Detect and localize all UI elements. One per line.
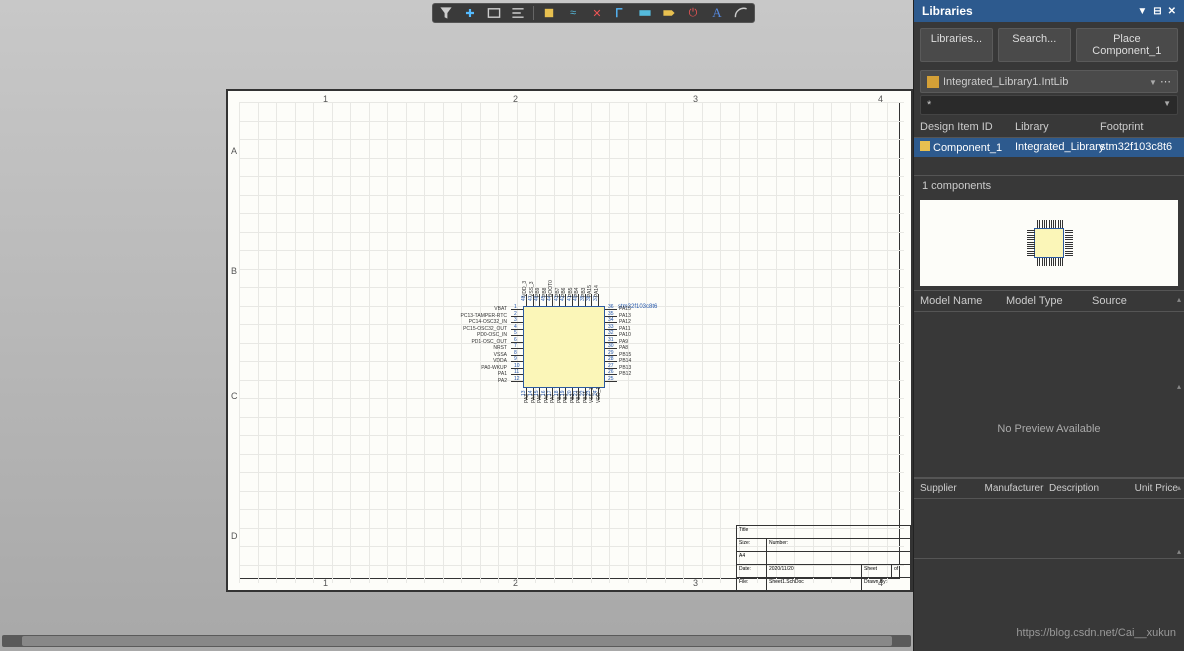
tb-date-lbl: Date: [737,565,767,577]
col-model-source[interactable]: Source [1092,295,1178,307]
tb-num-lbl: Number: [767,539,911,551]
net-icon[interactable]: ≈ [564,5,582,21]
expand-icon[interactable]: ▴ [1177,295,1181,304]
filter-icon[interactable] [437,5,455,21]
close-icon[interactable]: ✕ [1168,6,1176,17]
row-lib: Integrated_Library [1015,141,1100,154]
col-description[interactable]: Description [1049,483,1114,494]
power-icon[interactable]: ⏻ [684,5,702,21]
rect-icon[interactable] [485,5,503,21]
preview-chip [1034,228,1064,258]
tb-size-lbl: Size: [737,539,767,551]
filter-input[interactable]: * ▼ [920,95,1178,115]
tag-icon[interactable] [660,5,678,21]
expand-icon[interactable]: ▴ [1177,547,1181,556]
col-library[interactable]: Library [1015,121,1100,133]
supplier-grid-header: Supplier Manufacturer Description Unit P… [914,478,1184,499]
tb-file-val: Sheet1.SchDoc [767,578,862,591]
component-icon[interactable] [540,5,558,21]
row-label: A [231,146,237,156]
expand-icon[interactable]: ▴ [1177,382,1181,391]
tb-size-val: A4 [737,552,767,564]
row-id: Component_1 [933,142,1002,154]
cross-icon[interactable]: ✕ [588,5,606,21]
supplier-grid-empty: ▴ [914,499,1184,559]
row-fp: stm32f103c8t6 [1100,141,1178,154]
chevron-down-icon[interactable]: ▼ [1163,99,1171,111]
component-row[interactable]: Component_1 Integrated_Library stm32f103… [914,138,1184,157]
schematic-sheet[interactable]: // placeholder, actual grid drawn via ge… [226,89,913,592]
col-label: 1 [323,578,328,588]
col-price[interactable]: Unit Price [1114,483,1179,494]
chevron-down-icon[interactable]: ▼ [1149,78,1157,87]
place-toolbar: ✚ ≈ ✕ ⏻ A [432,3,755,23]
expand-icon[interactable]: ▴ [1177,483,1181,492]
no-preview-text: No Preview Available [997,423,1100,435]
pin-icon[interactable]: ⊟ [1153,6,1161,17]
col-manufacturer[interactable]: Manufacturer [985,483,1050,494]
filter-text: * [927,99,931,111]
search-button[interactable]: Search... [998,28,1071,62]
libraries-header[interactable]: Libraries ▼ ⊟ ✕ [914,0,1184,22]
place-button[interactable]: Place Component_1 [1076,28,1178,62]
footprint-preview: No Preview Available ▴ [914,380,1184,478]
libraries-panel: Libraries ▼ ⊟ ✕ Libraries... Search... P… [913,0,1184,651]
row-label: D [231,531,238,541]
tb-num-val [767,552,911,564]
component-count: 1 components [914,175,1184,196]
col-model-type[interactable]: Model Type [1006,295,1092,307]
tb-drawn: Drawn By: [862,578,911,591]
libraries-button[interactable]: Libraries... [920,28,993,62]
row-label: B [231,266,237,276]
library-icon [927,76,939,88]
component-grid-header: Design Item ID Library Footprint [914,117,1184,138]
ic-component[interactable] [523,306,605,388]
title-block: Title Size: Number: A4 Date: 2020/11/20 … [736,525,911,590]
crosshair-icon[interactable]: ✚ [461,5,479,21]
col-label: 3 [693,578,698,588]
dropdown-icon[interactable]: ▼ [1137,6,1147,17]
model-grid-header: Model Name Model Type Source ▴ [914,290,1184,312]
scrollbar-thumb[interactable] [22,636,892,646]
tb-sheet-lbl: Sheet [862,565,892,577]
library-select[interactable]: Integrated_Library1.IntLib ▼ ⋯ [920,70,1178,93]
menu-icon[interactable]: ⋯ [1160,76,1171,88]
col-model-name[interactable]: Model Name [920,295,1006,307]
tb-date-val: 2020/11/20 [767,565,862,577]
schematic-canvas[interactable]: ✚ ≈ ✕ ⏻ A // placeholder, actual grid dr… [0,0,913,651]
col-supplier[interactable]: Supplier [920,483,985,494]
dim-icon[interactable] [636,5,654,21]
col-footprint[interactable]: Footprint [1100,121,1178,133]
model-grid-empty [914,312,1184,380]
col-design-id[interactable]: Design Item ID [920,121,1015,133]
horizontal-scrollbar[interactable] [2,635,911,647]
watermark: https://blog.csdn.net/Cai__xukun [1016,627,1176,639]
component-icon [920,141,930,151]
arc-icon[interactable] [732,5,750,21]
library-name: Integrated_Library1.IntLib [943,76,1068,88]
symbol-preview [920,200,1178,286]
libraries-title: Libraries [922,4,973,18]
row-label: C [231,391,238,401]
tb-title: Title [737,526,911,538]
align-icon[interactable] [509,5,527,21]
bus-icon[interactable] [612,5,630,21]
text-icon[interactable]: A [708,5,726,21]
tb-file-lbl: File: [737,578,767,591]
tb-of: of [892,565,911,577]
